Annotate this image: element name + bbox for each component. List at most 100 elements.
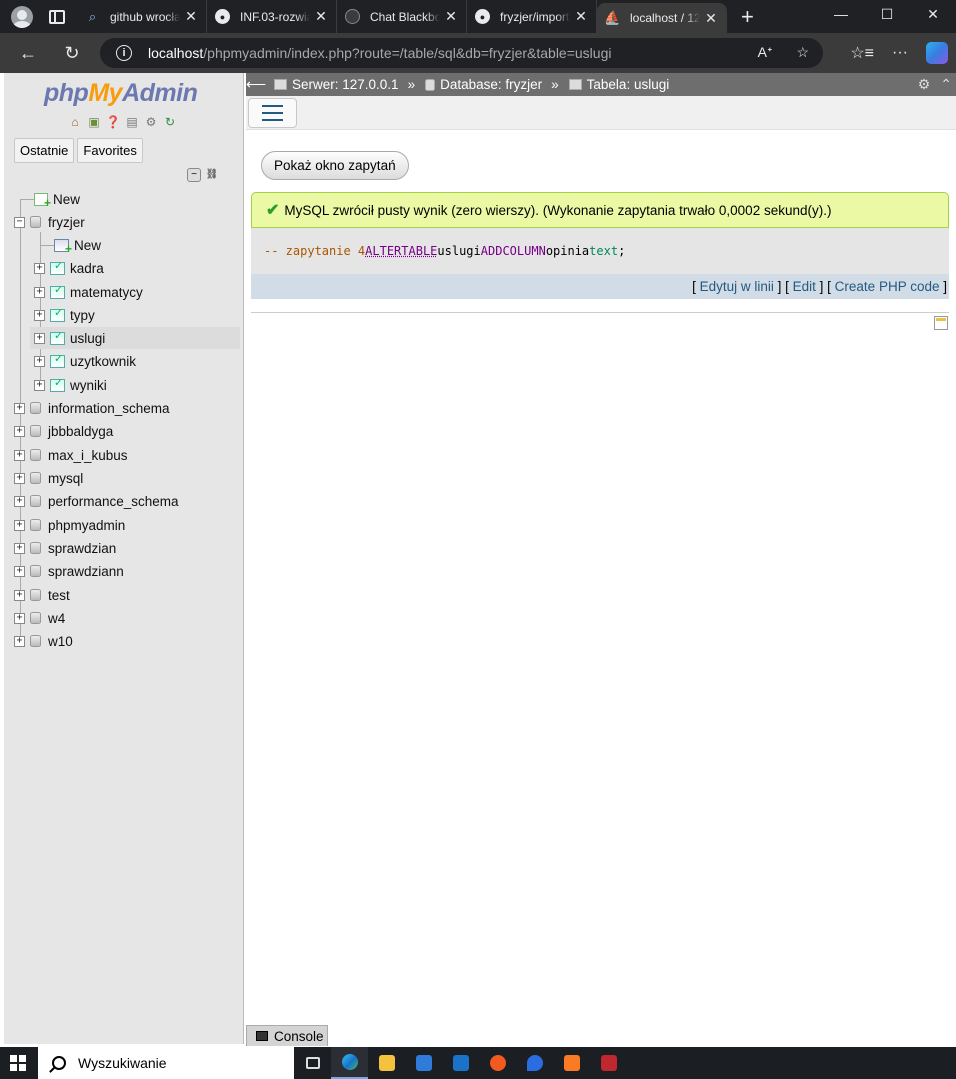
back-arrow-icon[interactable]: ← (10, 43, 46, 64)
close-icon[interactable]: ✕ (704, 10, 718, 27)
more-menu-icon[interactable]: ··· (892, 44, 908, 62)
expand-icon[interactable]: + (14, 542, 25, 554)
expand-icon[interactable]: + (34, 332, 45, 344)
show-query-box-button[interactable]: Pokaż okno zapytań (261, 151, 409, 180)
tree-table-kadra[interactable]: + kadra (34, 257, 104, 279)
tree-db-w10[interactable]: + w10 (14, 630, 73, 652)
reload-icon[interactable]: ↻ (162, 114, 178, 130)
tree-table-uslugi[interactable]: + uslugi (30, 327, 240, 349)
expand-icon[interactable]: + (14, 612, 25, 624)
windows-start-icon[interactable] (10, 1055, 26, 1071)
browser-tab[interactable]: ● fryzjer/import ✕ (467, 0, 597, 33)
collapse-nav-arrow-icon[interactable]: ⟵ (246, 76, 266, 93)
breadcrumb-table[interactable]: Tabela: uslugi (568, 77, 669, 92)
maps-icon[interactable] (516, 1047, 553, 1079)
favorite-star-icon[interactable]: ☆ (796, 44, 809, 61)
breadcrumb-database[interactable]: Database: fryzjer (425, 77, 542, 92)
maximize-button[interactable]: ☐ (864, 0, 910, 28)
expand-icon[interactable]: + (14, 565, 25, 577)
store-icon[interactable] (405, 1047, 442, 1079)
tree-db-phpmyadmin[interactable]: + phpmyadmin (14, 514, 125, 536)
tree-db-performance_schema[interactable]: + performance_schema (14, 490, 179, 512)
expand-icon[interactable]: + (14, 589, 25, 601)
copilot-icon[interactable] (926, 42, 948, 64)
tree-new-table[interactable]: New (54, 234, 101, 256)
tree-db-jbbbaldyga[interactable]: + jbbbaldyga (14, 420, 113, 442)
expand-icon[interactable]: + (14, 402, 25, 414)
tree-new-database[interactable]: New (34, 188, 80, 210)
tree-db-sprawdzian[interactable]: + sprawdzian (14, 537, 116, 559)
edit-link[interactable]: Edit (793, 279, 816, 294)
logout-icon[interactable]: ▣ (86, 114, 102, 130)
address-bar[interactable]: i localhost/phpmyadmin/index.php?route=/… (100, 38, 823, 68)
taskbar-search[interactable]: Wyszukiwanie (38, 1047, 294, 1079)
minimize-button[interactable]: — (818, 0, 864, 28)
home-icon[interactable]: ⌂ (67, 114, 83, 130)
console-toggle[interactable]: Console (246, 1025, 328, 1046)
collapse-all-icon[interactable]: − (187, 168, 201, 182)
task-view-icon[interactable] (294, 1047, 331, 1079)
browser-tab[interactable]: Chat Blackbox ✕ (337, 0, 467, 33)
docs-icon[interactable]: ▤ (124, 114, 140, 130)
create-php-code-link[interactable]: Create PHP code (835, 279, 940, 294)
browser-tab-active[interactable]: ⛵ localhost / 127.0.0.1 ✕ (597, 3, 727, 33)
file-explorer-icon[interactable] (368, 1047, 405, 1079)
expand-icon[interactable]: + (34, 286, 45, 298)
tree-db-test[interactable]: + test (14, 584, 70, 606)
link-with-main-icon[interactable]: ⛓ (205, 168, 219, 182)
xampp-icon[interactable] (553, 1047, 590, 1079)
edge-browser-icon[interactable] (331, 1047, 368, 1079)
expand-icon[interactable]: + (34, 379, 45, 391)
sql-keyword[interactable]: TABLE (401, 244, 437, 258)
tree-table-wyniki[interactable]: + wyniki (34, 374, 107, 396)
settings-gear-icon[interactable]: ⚙ (918, 76, 931, 93)
vertical-tabs-icon[interactable] (49, 9, 65, 24)
bookmark-icon[interactable] (934, 316, 948, 330)
expand-icon[interactable]: + (14, 519, 25, 531)
expand-icon[interactable]: + (14, 495, 25, 507)
expand-icon[interactable]: + (14, 635, 25, 647)
tree-db-sprawdziann[interactable]: + sprawdziann (14, 560, 124, 582)
brave-icon[interactable] (479, 1047, 516, 1079)
edit-inline-link[interactable]: Edytuj w linii (700, 279, 774, 294)
help-icon[interactable]: ❓ (105, 114, 121, 130)
browser-tab[interactable]: ● INF.03-rozwiązania ✕ (207, 0, 337, 33)
favorites-icon[interactable]: ☆≡ (850, 43, 874, 63)
tree-db-information_schema[interactable]: + information_schema (14, 397, 170, 419)
refresh-icon[interactable]: ↻ (54, 43, 90, 64)
collapse-top-icon[interactable]: ⌃ (940, 76, 952, 93)
expand-icon[interactable]: + (34, 355, 45, 367)
mail-icon[interactable] (442, 1047, 479, 1079)
tree-db-mysql[interactable]: + mysql (14, 467, 83, 489)
close-icon[interactable]: ✕ (574, 8, 588, 25)
close-icon[interactable]: ✕ (444, 8, 458, 25)
read-aloud-icon[interactable]: Aᐩ (758, 44, 773, 61)
collapse-icon[interactable]: − (14, 216, 25, 228)
tree-db-max_i_kubus[interactable]: + max_i_kubus (14, 444, 128, 466)
close-window-button[interactable]: ✕ (910, 0, 956, 28)
expand-icon[interactable]: + (14, 449, 25, 461)
new-tab-button[interactable]: + (741, 5, 754, 28)
tree-table-uzytkownik[interactable]: + uzytkownik (34, 350, 136, 372)
breadcrumb-server[interactable]: Serwer: 127.0.0.1 (274, 77, 399, 92)
sql-keyword[interactable]: ALTER (365, 244, 401, 258)
app-icon[interactable] (590, 1047, 627, 1079)
tree-table-matematycy[interactable]: + matematycy (34, 281, 143, 303)
tree-db-w4[interactable]: + w4 (14, 607, 65, 629)
tree-db-fryzjer[interactable]: − fryzjer (14, 211, 85, 233)
close-icon[interactable]: ✕ (314, 8, 328, 25)
site-info-icon[interactable]: i (116, 45, 132, 61)
expand-icon[interactable]: + (14, 472, 25, 484)
profile-avatar[interactable] (11, 5, 33, 28)
browser-tab[interactable]: ⌕ github wrocław ✕ (77, 0, 207, 33)
expand-icon[interactable]: + (34, 262, 45, 274)
close-icon[interactable]: ✕ (184, 8, 198, 25)
expand-icon[interactable]: + (14, 425, 25, 437)
phpmyadmin-logo[interactable]: phpMyAdmin (44, 79, 198, 108)
expand-icon[interactable]: + (34, 309, 45, 321)
settings-gear-icon[interactable]: ⚙ (143, 114, 159, 130)
favorite-tables-button[interactable]: Favorites (77, 138, 143, 163)
hamburger-menu-button[interactable] (248, 98, 297, 128)
recent-tables-button[interactable]: Ostatnie (14, 138, 75, 163)
tree-table-typy[interactable]: + typy (34, 304, 95, 326)
